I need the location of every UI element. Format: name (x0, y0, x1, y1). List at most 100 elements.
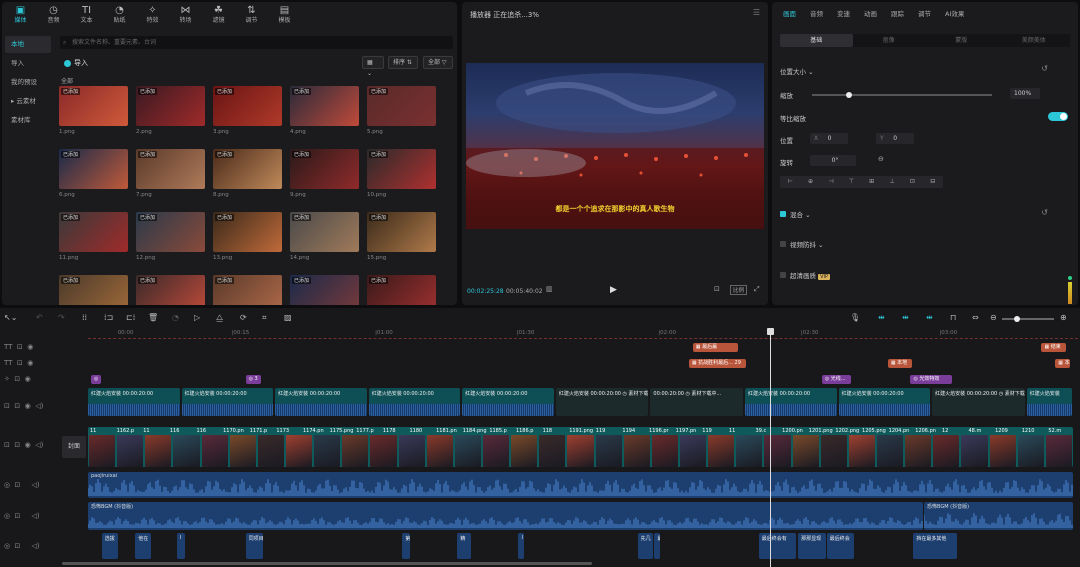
undo-icon[interactable]: ↶ (36, 311, 43, 325)
voice-clip[interactable]: 选拔 (101, 533, 118, 559)
voice-clip[interactable]: 最后终会 (826, 533, 855, 559)
position-x-input[interactable]: X 0 (810, 133, 848, 144)
voice-clip[interactable]: 最后终会有 (758, 533, 797, 559)
media-item[interactable]: 已添加 3.png (213, 86, 282, 135)
video-clip[interactable]: 红建火焰安装 00:00:20:00 (275, 388, 367, 416)
text-clip[interactable]: ▦ 本 (1055, 359, 1071, 368)
media-thumbnail[interactable]: 已添加 (136, 149, 205, 189)
preview-axis-icon[interactable]: ⊓ (950, 311, 956, 325)
voice-clip[interactable]: I (518, 533, 525, 559)
zoom-slider-handle[interactable] (1014, 316, 1020, 322)
mirror-icon[interactable]: ⧋ (216, 311, 223, 325)
media-item[interactable]: 已添加 2.png (136, 86, 205, 135)
media-item[interactable]: 已添加 (213, 275, 282, 305)
media-thumbnail[interactable]: 已添加 (290, 275, 359, 305)
prop-subtab[interactable]: 蒙版 (925, 34, 998, 47)
prop-tab[interactable]: 动画 (857, 2, 884, 26)
media-thumbnail[interactable]: 已添加 (213, 275, 282, 305)
zoom-out-icon[interactable]: ⊖ (990, 311, 997, 325)
ratio-button[interactable]: 比例 (730, 285, 748, 295)
media-item[interactable]: 已添加 12.png (136, 212, 205, 261)
stabilize-checkbox[interactable] (780, 241, 786, 247)
split-right-icon[interactable]: ⊏⁞ (126, 311, 135, 325)
fit-icon[interactable]: ⊡ (714, 285, 720, 293)
media-item[interactable]: 已添加 6.png (59, 149, 128, 198)
import-button[interactable]: 导入 (62, 57, 88, 69)
prop-tab[interactable]: 音频 (803, 2, 830, 26)
snap-icon[interactable]: ⇹ (926, 311, 933, 325)
align-icon[interactable]: ⊢ (780, 176, 800, 188)
sidebar-item[interactable]: 我的预设 (5, 74, 51, 91)
text-clip[interactable]: ▦ 抗战胜利最后... 29 (688, 359, 746, 368)
fullscreen-icon[interactable]: ⤢ (754, 285, 760, 294)
tool-template[interactable]: ▤ 模板 (268, 2, 301, 28)
align-icon[interactable]: ⊥ (882, 176, 902, 188)
sidebar-item[interactable]: ▸ 云素材 (5, 93, 51, 110)
tool-audio[interactable]: ◷ 音频 (37, 2, 70, 28)
blend-checkbox[interactable] (780, 211, 786, 217)
sticker-clip[interactable]: ◎ 3 (245, 375, 262, 384)
audio-clip-2b[interactable]: 恐怖BGM (抖音版) (924, 502, 1073, 530)
media-thumbnail[interactable]: 已添加 (290, 86, 359, 126)
media-thumbnail[interactable]: 已添加 (290, 212, 359, 252)
tool-text[interactable]: TI 文本 (70, 2, 103, 28)
sticker-clip[interactable]: ◎ 光线... (821, 375, 852, 384)
text-clip[interactable]: ▦ 本地 (887, 359, 913, 368)
uniform-scale-toggle[interactable] (1048, 112, 1068, 121)
split-icon[interactable]: ⁞⁞ (82, 311, 87, 325)
tool-sticker[interactable]: ◔ 贴纸 (103, 2, 136, 28)
scale-slider-handle[interactable] (846, 92, 852, 98)
text-clip[interactable]: ▦ 结束 (1041, 343, 1067, 352)
timecode-icon[interactable]: ▥ (546, 285, 553, 293)
blend-reset-icon[interactable]: ↺ (1041, 208, 1048, 217)
audio-clip-2[interactable]: 恐怖BGM (抖音版) (88, 502, 923, 530)
mic-icon[interactable]: 🎙 (850, 311, 860, 325)
voice-clip[interactable]: 先几 (637, 533, 654, 559)
sort-button[interactable]: 排序 ⇅ (388, 56, 418, 69)
media-thumbnail[interactable]: 已添加 (59, 149, 128, 189)
media-item[interactable]: 已添加 13.png (213, 212, 282, 261)
media-thumbnail[interactable]: 已添加 (59, 86, 128, 126)
media-item[interactable]: 已添加 (290, 275, 359, 305)
tool-transition[interactable]: ⋈ 转场 (169, 2, 202, 28)
delete-icon[interactable]: 🗑 (148, 311, 158, 325)
sticker-clip[interactable]: ◎ (90, 375, 101, 384)
media-thumbnail[interactable]: 已添加 (367, 86, 436, 126)
voice-clip[interactable]: 最终 (654, 533, 661, 559)
media-item[interactable]: 已添加 10.png (367, 149, 436, 198)
video-clip[interactable]: 红建火焰安装 00:00:20:00 (88, 388, 180, 416)
media-thumbnail[interactable]: 已添加 (290, 149, 359, 189)
video-clip[interactable]: 00:00:20:00 ◷ 素材下载中... (650, 388, 743, 416)
video-clip[interactable]: 红建火焰安装 00:00:20:00 (368, 388, 461, 416)
video-preview[interactable]: 都是一个个追求在那影中的真人歌生物 (466, 63, 764, 229)
voice-clip[interactable]: 他在 (135, 533, 152, 559)
image-icon[interactable]: ▨ (284, 311, 292, 325)
media-item[interactable]: 已添加 (59, 275, 128, 305)
freeze-icon[interactable]: ◔ (172, 311, 179, 325)
position-size-heading[interactable]: 位置大小 ⌄ (780, 66, 814, 76)
media-item[interactable]: 已添加 4.png (290, 86, 359, 135)
media-item[interactable]: 已添加 7.png (136, 149, 205, 198)
text-clip[interactable]: ▦ 最后赢 (692, 343, 739, 352)
media-item[interactable]: 已添加 1.png (59, 86, 128, 135)
video-clip[interactable]: 红建火焰安装 00:00:20:00 ◷ 素材下载中... (932, 388, 1025, 416)
rotate-input[interactable]: 0° (810, 155, 856, 166)
voice-clip[interactable]: 挡在最多其他 (913, 533, 957, 559)
position-y-input[interactable]: Y 0 (876, 133, 914, 144)
prop-tab[interactable]: 跟踪 (884, 2, 911, 26)
fit-timeline-icon[interactable]: ⇔ (972, 311, 979, 325)
sidebar-item[interactable]: 导入 (5, 55, 51, 72)
main-video-track[interactable]: 11 1162.p 11 116 116 1170.pn 1171.p 1173 1174.pn… (88, 427, 1073, 467)
align-icon[interactable]: ⊟ (923, 176, 943, 188)
link-main-icon[interactable]: ⇹ (878, 311, 885, 325)
stabilize-heading[interactable]: 视频防抖 ⌄ (790, 239, 824, 249)
video-clip[interactable]: 红建火焰安装 00:00:20:00 (744, 388, 837, 416)
media-item[interactable]: 已添加 14.png (290, 212, 359, 261)
align-icon[interactable]: ⊞ (862, 176, 882, 188)
filter-button[interactable]: 全部 ▽ (423, 56, 453, 69)
voice-clip[interactable]: 同项目 (245, 533, 264, 559)
sidebar-item[interactable]: 本地 (5, 36, 51, 53)
voice-clip[interactable]: I (176, 533, 185, 559)
blend-heading[interactable]: 混合 ⌄ (790, 209, 811, 219)
media-item[interactable]: 已添加 5.png (367, 86, 436, 135)
